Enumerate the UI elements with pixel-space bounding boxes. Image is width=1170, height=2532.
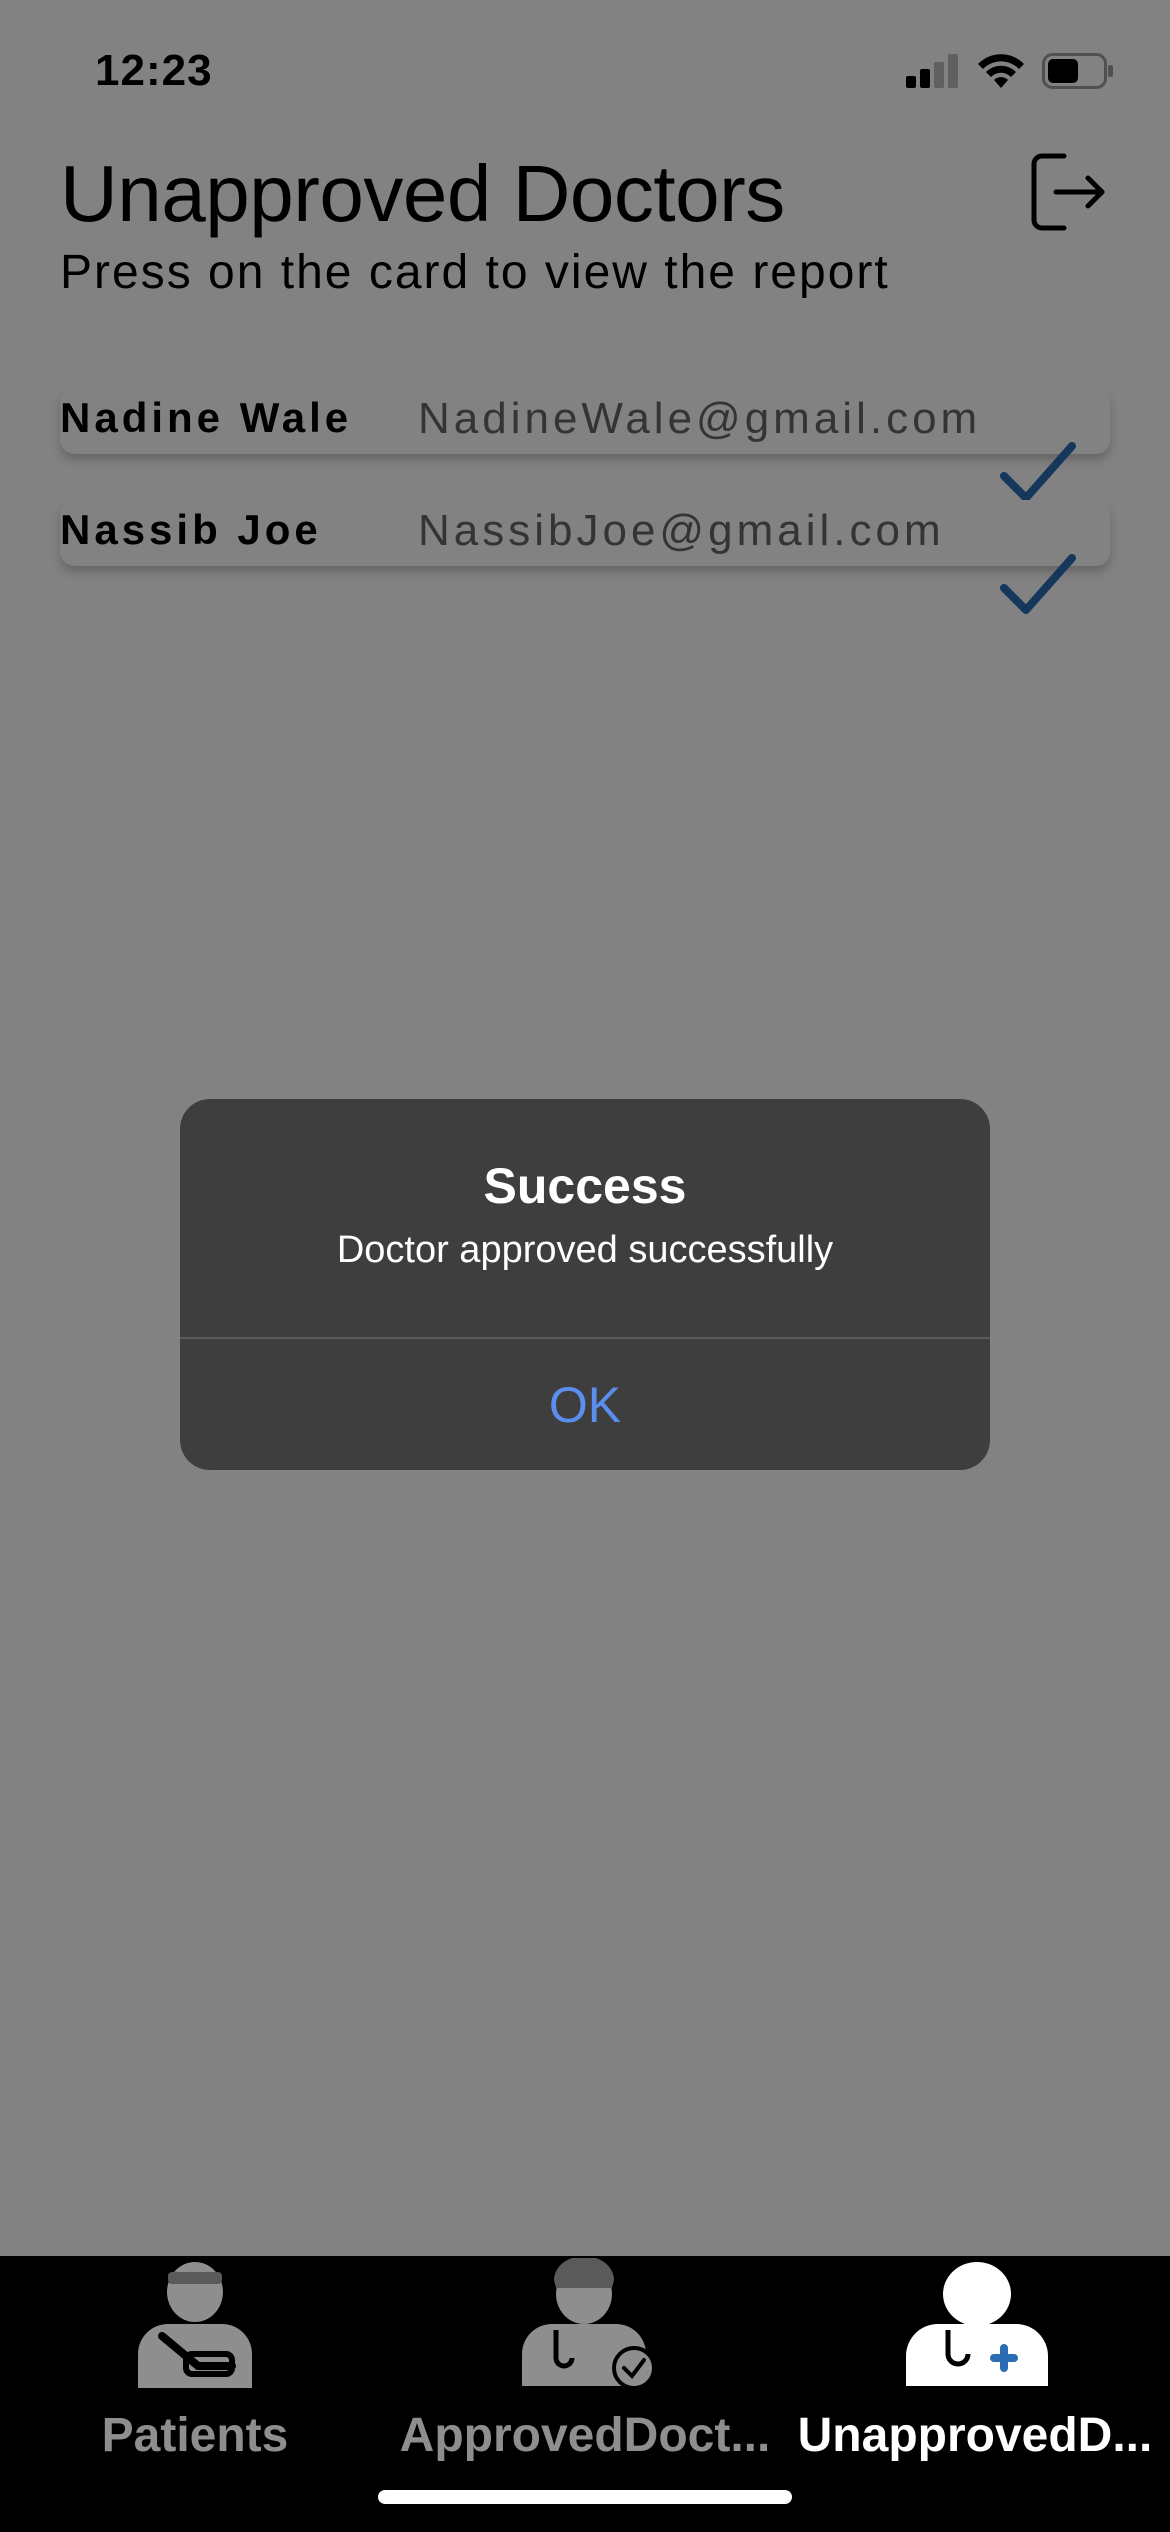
success-alert-dialog: Success Doctor approved successfully OK xyxy=(180,1099,990,1470)
tab-approved-doctors[interactable]: ApprovedDoct... xyxy=(390,2256,780,2462)
screen: 12:23 Unapproved Doctors Press on the ca… xyxy=(0,0,1170,2532)
tab-patients[interactable]: Patients xyxy=(40,2256,350,2462)
tab-unapproved-doctors[interactable]: UnapprovedD... xyxy=(790,2256,1160,2462)
dialog-title: Success xyxy=(483,1158,687,1214)
tab-label: UnapprovedD... xyxy=(797,2409,1153,2462)
ok-button[interactable]: OK xyxy=(180,1339,990,1470)
patient-icon xyxy=(138,2262,252,2388)
home-indicator xyxy=(378,2490,792,2504)
tab-label: ApprovedDoct... xyxy=(399,2409,771,2462)
approved-doctor-icon xyxy=(522,2258,656,2390)
unapproved-doctor-icon xyxy=(906,2262,1048,2386)
dialog-message: Doctor approved successfully xyxy=(336,1229,834,1271)
tab-label: Patients xyxy=(101,2409,289,2462)
